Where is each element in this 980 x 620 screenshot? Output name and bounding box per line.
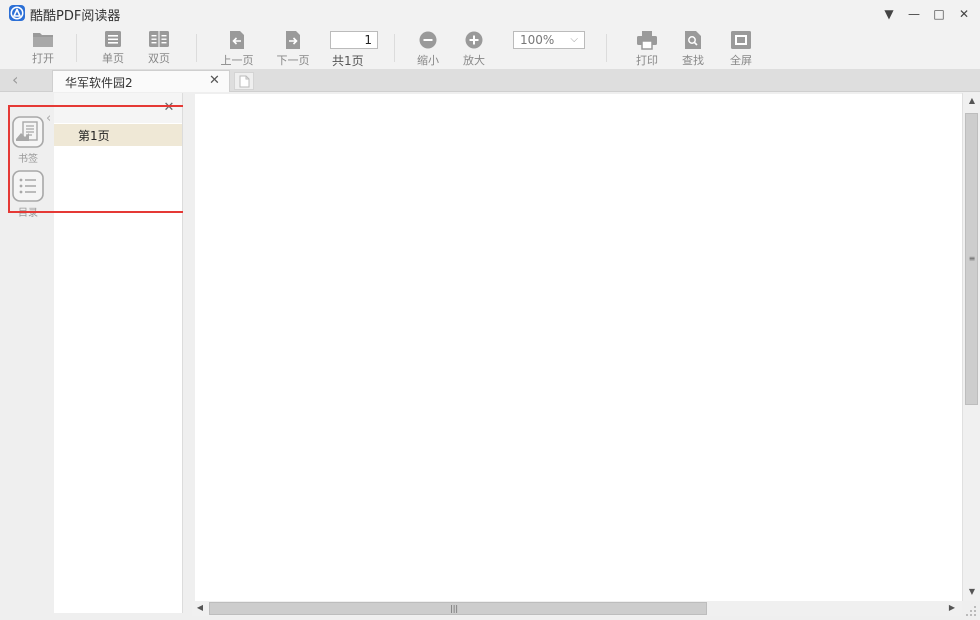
zoom-out-label: 缩小	[417, 54, 439, 67]
zoom-value: 100%	[520, 33, 555, 47]
prev-page-button[interactable]: 上一页	[215, 30, 259, 68]
zoom-in-label: 放大	[463, 54, 485, 67]
dropdown-menu-button[interactable]: ▼	[878, 4, 900, 24]
resize-grip-icon[interactable]	[964, 604, 978, 618]
next-page-label: 下一页	[276, 54, 310, 67]
zoom-out-icon	[419, 31, 437, 49]
zoom-in-icon	[465, 31, 483, 49]
new-document-icon	[239, 75, 250, 88]
bookmark-item-label: 第1页	[78, 129, 110, 143]
toc-tab-button[interactable]: 目录	[10, 169, 46, 219]
back-arrow-icon[interactable]: ‹	[12, 71, 32, 89]
vertical-scroll-thumb[interactable]: ≡	[965, 113, 978, 405]
find-button[interactable]: 查找	[671, 30, 715, 68]
bookmark-item[interactable]: 第1页	[54, 124, 182, 146]
double-page-label: 双页	[148, 52, 170, 65]
next-page-button[interactable]: 下一页	[271, 30, 315, 68]
page-total-label: 共1页	[332, 54, 364, 68]
close-window-button[interactable]: ✕	[953, 4, 975, 24]
bookmark-tab-label: 书签	[18, 154, 38, 165]
zoom-out-button[interactable]: 缩小	[406, 30, 450, 68]
tab-close-icon[interactable]: ✕	[209, 73, 223, 89]
open-button[interactable]: 打开	[21, 30, 65, 68]
open-label: 打开	[32, 52, 54, 65]
pdf-page[interactable]	[195, 94, 962, 601]
scroll-down-arrow-icon[interactable]: ▼	[967, 587, 977, 597]
single-page-button[interactable]: 单页	[91, 30, 135, 68]
horizontal-scrollbar[interactable]: ◀ ||| ▶	[192, 601, 962, 616]
double-page-button[interactable]: 双页	[137, 30, 181, 68]
document-viewport	[183, 93, 962, 601]
document-tab-title: 华军软件园2	[65, 76, 133, 90]
single-page-icon	[105, 31, 121, 47]
toolbar: 打开 单页 双页 上一页 下一页 1 共1页 缩小 放大 100% ⌵ 打印 查…	[0, 28, 980, 69]
title-bar: 酷酷PDF阅读器 ▼ — □ ✕	[0, 0, 980, 28]
minimize-button[interactable]: —	[903, 4, 925, 24]
prev-page-label: 上一页	[220, 54, 254, 67]
fullscreen-label: 全屏	[730, 54, 752, 67]
toc-tab-label: 目录	[18, 208, 38, 219]
maximize-button[interactable]: □	[928, 4, 950, 24]
window-title: 酷酷PDF阅读器	[30, 9, 121, 24]
search-icon	[685, 31, 701, 49]
list-icon	[12, 170, 44, 202]
grip-icon: |||	[450, 604, 459, 613]
toolbar-divider	[196, 34, 197, 62]
new-tab-button[interactable]	[234, 72, 254, 90]
zoom-level-select[interactable]: 100% ⌵	[513, 31, 585, 49]
print-button[interactable]: 打印	[625, 30, 669, 68]
toolbar-divider	[606, 34, 607, 62]
collapse-arrow-icon[interactable]: ‹	[46, 111, 51, 126]
horizontal-scroll-thumb[interactable]: |||	[209, 602, 707, 615]
print-label: 打印	[636, 54, 658, 67]
toolbar-divider	[76, 34, 77, 62]
panel-close-icon[interactable]: ✕	[162, 101, 176, 115]
panel-header: ‹ ✕	[46, 93, 182, 126]
folder-icon	[33, 33, 53, 47]
vertical-scrollbar[interactable]: ▲ ≡ ▼	[962, 93, 980, 601]
document-tab[interactable]: 华军软件园2 ✕	[52, 70, 230, 92]
single-page-label: 单页	[102, 52, 124, 65]
sidebar-rail: 书签 目录	[0, 93, 54, 620]
grip-icon: ≡	[968, 254, 976, 263]
toolbar-divider	[394, 34, 395, 62]
scroll-up-arrow-icon[interactable]: ▲	[967, 96, 977, 106]
next-page-icon	[286, 31, 300, 49]
zoom-in-button[interactable]: 放大	[452, 30, 496, 68]
prev-page-icon	[230, 31, 244, 49]
chevron-down-icon: ⌵	[570, 34, 578, 45]
app-logo-icon	[9, 5, 25, 21]
printer-icon	[637, 31, 657, 50]
find-label: 查找	[682, 54, 704, 67]
double-page-icon	[149, 31, 169, 47]
bookmark-tab-button[interactable]: 书签	[10, 115, 46, 165]
fullscreen-icon	[731, 31, 751, 49]
tab-bar: ‹ 华军软件园2 ✕	[0, 69, 980, 92]
bookmark-panel: ‹ ✕ 第1页	[46, 93, 183, 613]
fullscreen-button[interactable]: 全屏	[719, 30, 763, 68]
page-number-input[interactable]: 1	[330, 31, 378, 49]
bookmark-icon	[12, 116, 44, 148]
scroll-left-arrow-icon[interactable]: ◀	[195, 603, 205, 613]
scroll-right-arrow-icon[interactable]: ▶	[947, 603, 957, 613]
